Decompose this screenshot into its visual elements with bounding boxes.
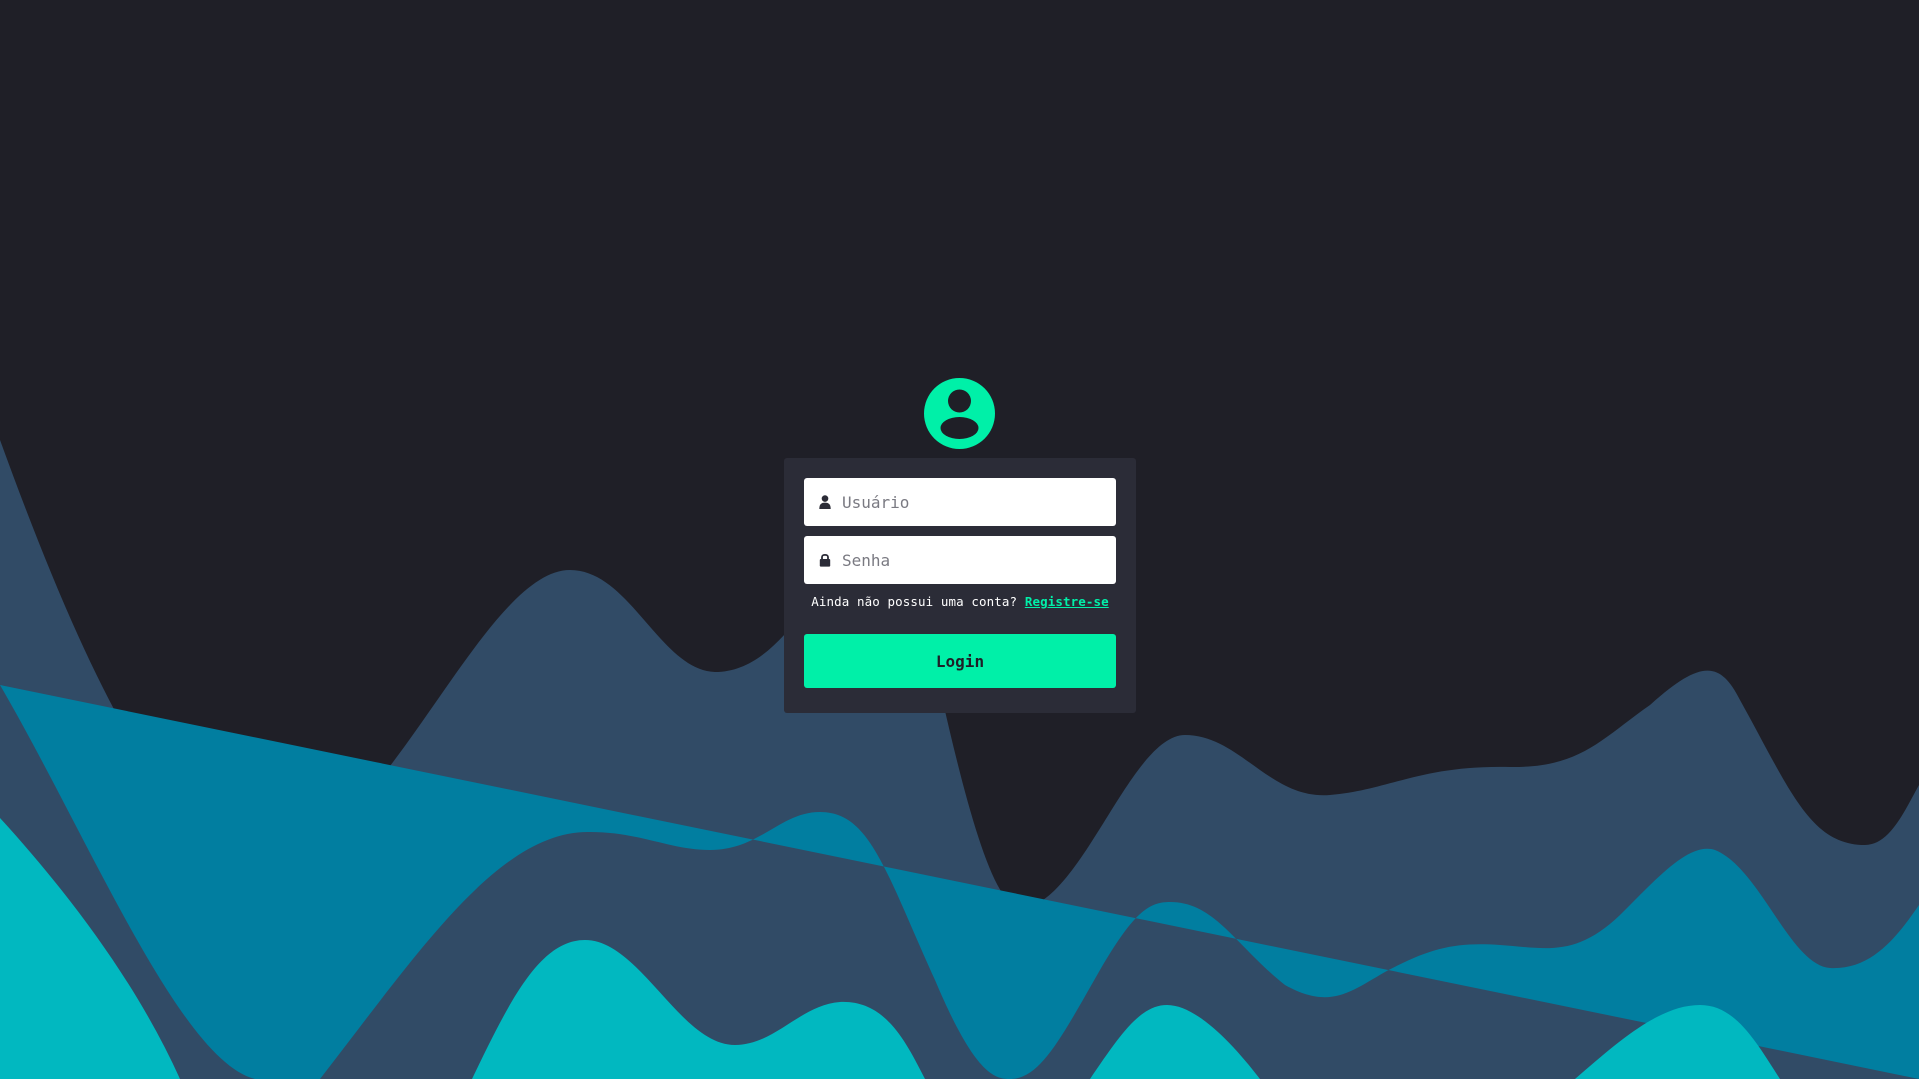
login-page: Ainda não possui uma conta? Registre-se … [0, 0, 1919, 1079]
username-field [804, 478, 1116, 526]
username-input[interactable] [842, 492, 1102, 512]
lock-icon [819, 554, 831, 567]
password-input[interactable] [842, 550, 1102, 570]
login-card: Ainda não possui uma conta? Registre-se … [784, 458, 1136, 713]
register-prompt-text: Ainda não possui uma conta? [811, 594, 1018, 609]
user-circle-icon [924, 378, 995, 449]
password-field [804, 536, 1116, 584]
register-prompt-row: Ainda não possui uma conta? Registre-se [804, 594, 1116, 609]
login-button[interactable]: Login [804, 634, 1116, 688]
user-icon [819, 495, 831, 509]
register-link[interactable]: Registre-se [1025, 594, 1109, 609]
